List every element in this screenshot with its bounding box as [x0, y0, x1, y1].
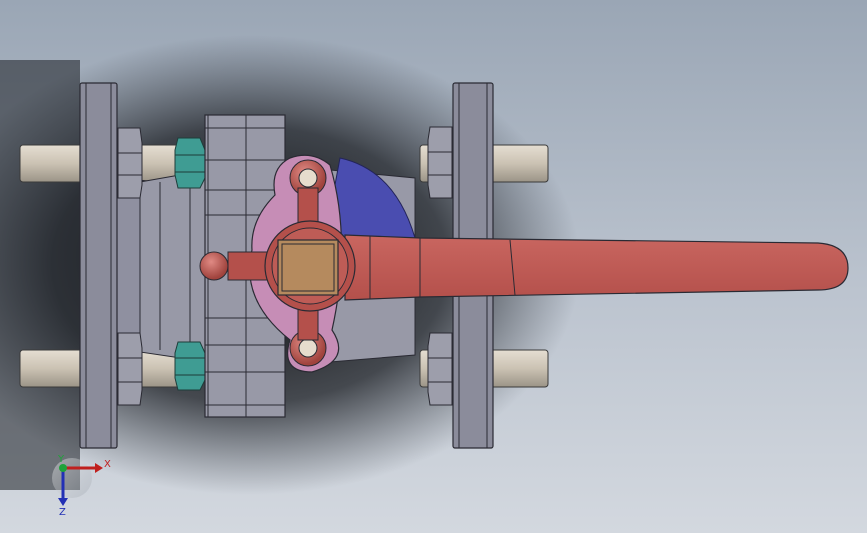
z-axis-label: Z — [59, 507, 66, 518]
handle-knob — [199, 251, 229, 281]
stem-square — [277, 239, 339, 296]
x-axis-label: X — [104, 459, 111, 470]
y-axis-label: Y — [57, 454, 65, 465]
ball-valve-model[interactable]: X Y Z — [0, 0, 867, 533]
cad-graphics-viewport[interactable]: X Y Z — [0, 0, 867, 533]
y-axis-dot — [59, 464, 67, 472]
left-flange — [79, 82, 118, 449]
